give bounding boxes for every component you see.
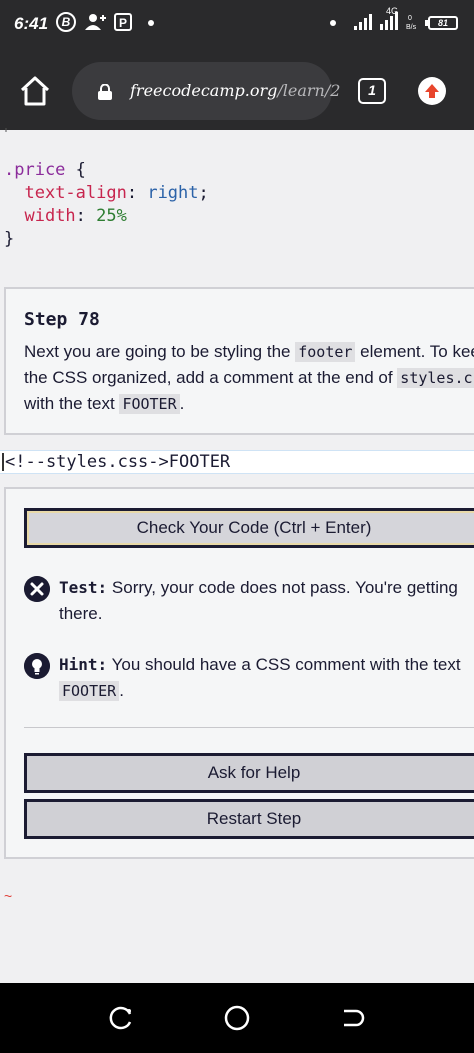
code-property: width: [24, 206, 76, 226]
url-text: freecodecamp.org/learn/2: [130, 81, 340, 100]
status-bar: 6:41 B P 4G 0 B/s 81: [0, 0, 474, 52]
error-icon: [24, 576, 50, 602]
svg-text:P: P: [119, 16, 127, 30]
step-instructions: Next you are going to be styling the foo…: [24, 339, 474, 417]
hint-end: .: [119, 681, 124, 700]
upload-button[interactable]: [418, 77, 446, 105]
system-nav-bar: [0, 983, 474, 1053]
notification-dot-icon: [148, 20, 154, 26]
code-selector: .price: [4, 160, 66, 180]
code-editor-line[interactable]: <!--styles.css->FOOTER: [0, 450, 474, 474]
svg-text:0: 0: [408, 15, 412, 22]
battery-icon: 81: [425, 16, 458, 30]
instruction-text: .: [179, 394, 185, 413]
restart-step-button[interactable]: Restart Step: [24, 799, 474, 839]
test-feedback: Test: Sorry, your code does not pass. Yo…: [24, 575, 474, 631]
hint-label: Hint:: [59, 655, 108, 674]
parking-icon: P: [114, 13, 132, 31]
arrow-up-icon: [425, 84, 439, 98]
step-title: Step 78: [24, 309, 100, 330]
svg-text:B/s: B/s: [406, 24, 417, 30]
code-line-text-align: text-align: right;: [24, 183, 209, 203]
code-line-close: }: [4, 229, 14, 249]
home-icon[interactable]: [18, 74, 52, 108]
test-results-panel: Check Your Code (Ctrl + Enter) Test: Sor…: [4, 487, 474, 859]
inline-code: styles.css: [397, 368, 474, 388]
network-type-label: 4G: [386, 6, 399, 16]
instruction-text: element. To kee: [355, 342, 474, 361]
status-icons-right: 4G 0 B/s 81: [354, 6, 458, 30]
tab-switcher-button[interactable]: 1: [358, 78, 386, 104]
lock-icon: [98, 84, 112, 100]
check-code-button[interactable]: Check Your Code (Ctrl + Enter): [24, 508, 474, 548]
code-preview: .price { text-align: right; width: 25% }: [0, 128, 474, 270]
recent-apps-icon[interactable]: [108, 1005, 134, 1031]
test-label: Test:: [59, 578, 108, 597]
code-property: text-align: [24, 183, 127, 203]
hint-message: You should have a CSS comment with the t…: [107, 655, 461, 674]
error-squiggle: ~: [4, 888, 13, 904]
status-icons-left: B P: [56, 12, 134, 32]
instruction-text: the CSS organized, add a comment at the …: [24, 368, 398, 387]
inline-code: FOOTER: [59, 681, 120, 701]
inline-code: footer: [295, 342, 356, 362]
code-value: 25%: [96, 206, 127, 226]
scroll-mark-icon: [5, 128, 7, 132]
signal-4g: 4G: [380, 6, 398, 30]
editor-text: <!--styles.css->FOOTER: [5, 452, 231, 472]
address-bar[interactable]: freecodecamp.org/learn/2: [72, 62, 340, 120]
code-open-brace: {: [65, 160, 86, 180]
home-circle-icon[interactable]: [223, 1004, 251, 1032]
back-icon[interactable]: [340, 1005, 366, 1031]
circle-letter-icon: B: [56, 12, 76, 32]
test-message: Sorry, your code does not pass. You're g…: [59, 578, 458, 623]
instruction-text: Next you are going to be styling the: [24, 342, 296, 361]
status-time: 6:41: [14, 14, 49, 33]
hint-feedback: Hint: You should have a CSS comment with…: [24, 652, 474, 708]
url-domain: freecodecamp.org: [130, 81, 278, 100]
url-path: /learn/2: [277, 81, 341, 100]
lightbulb-icon: [24, 653, 50, 679]
ask-for-help-button[interactable]: Ask for Help: [24, 753, 474, 793]
code-line-selector: .price {: [4, 160, 86, 180]
inline-code: FOOTER: [119, 394, 180, 414]
browser-toolbar: freecodecamp.org/learn/2 1: [0, 52, 474, 130]
divider: [24, 727, 474, 728]
code-line-width: width: 25%: [24, 206, 127, 226]
text-cursor: [2, 453, 4, 471]
data-rate-icon: 0 B/s: [406, 15, 417, 30]
signal-icon: [354, 12, 372, 30]
code-value: right: [147, 183, 199, 203]
code-close-brace: }: [4, 229, 15, 249]
instruction-text: with the text: [24, 394, 120, 413]
add-contact-icon: [85, 14, 106, 30]
notification-dot-icon: [330, 20, 336, 26]
step-description-panel: Step 78 Next you are going to be styling…: [4, 287, 474, 435]
